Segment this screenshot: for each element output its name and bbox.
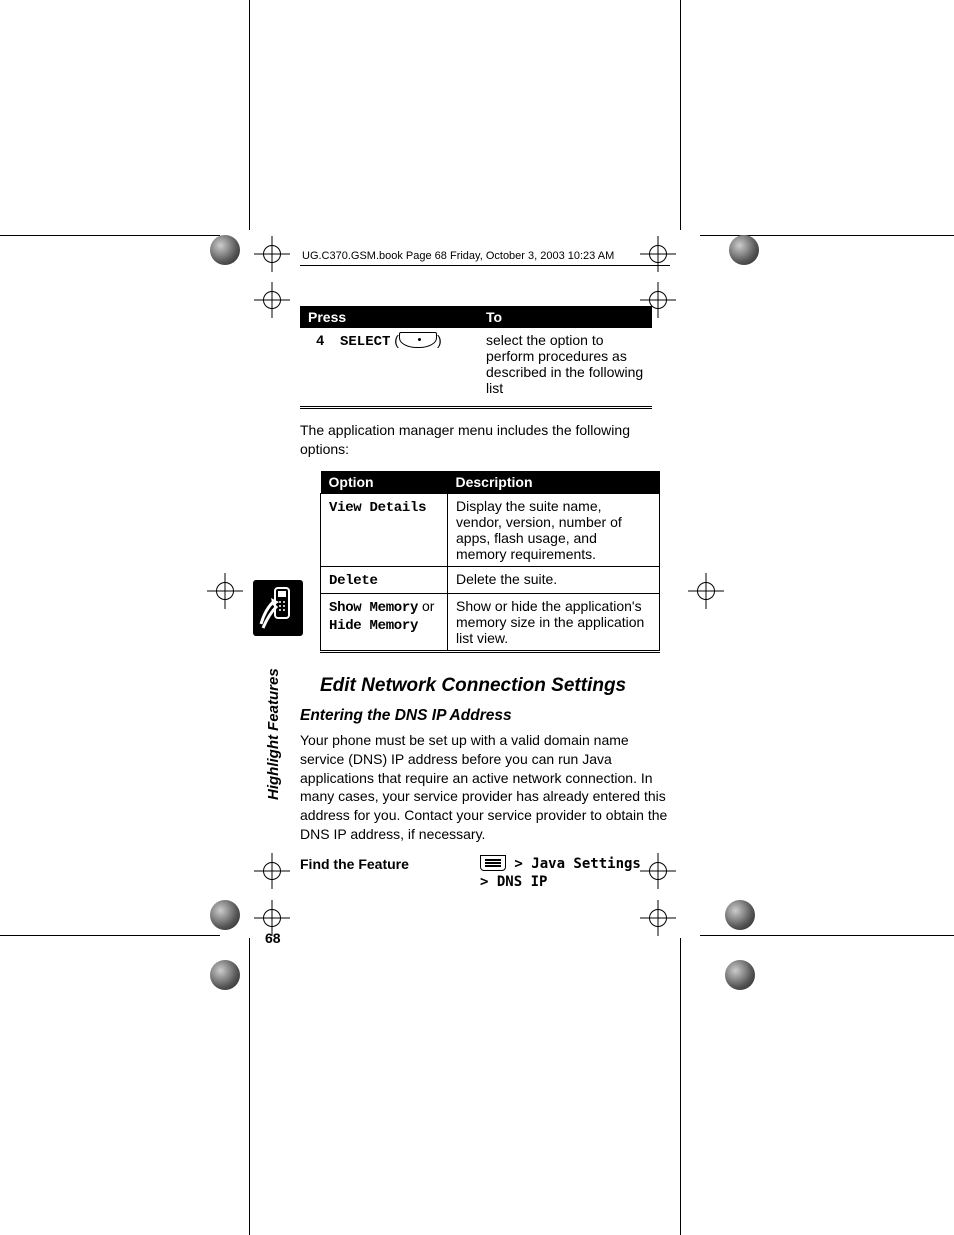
find-feature-path: > Java Settings > DNS IP [480,856,641,890]
subsection-heading: Entering the DNS IP Address [300,707,670,725]
registration-ball-icon [729,235,759,265]
dns-paragraph: Your phone must be set up with a valid d… [300,731,670,844]
description-cell: Show or hide the application's memory si… [448,593,660,651]
table-header-description: Description [448,471,660,494]
table-header-to: To [478,306,652,328]
crop-line [680,938,681,1235]
table-header-option: Option [321,471,448,494]
table-header-press: Press [300,306,478,328]
registration-target-icon [254,236,290,272]
registration-target-icon [207,573,243,609]
phone-decor-icon [253,580,303,636]
crop-line [680,0,681,230]
registration-target-icon [640,900,676,936]
registration-target-icon [254,282,290,318]
registration-ball-icon [210,900,240,930]
registration-ball-icon [725,960,755,990]
option-cell: Delete [321,566,448,593]
press-cell: SELECT () [332,328,478,408]
page-content: UG.C370.GSM.book Page 68 Friday, October… [300,250,670,890]
options-table: Option Description View Details Display … [320,471,660,653]
table-row: View Details Display the suite name, ven… [321,493,660,566]
registration-target-icon [688,573,724,609]
crop-line [0,935,220,936]
to-cell: select the option to perform procedures … [478,328,652,408]
find-feature-row: Find the Feature > Java Settings > DNS I… [300,856,670,890]
table-row: Show Memory or Hide Memory Show or hide … [321,593,660,651]
registration-ball-icon [210,235,240,265]
menu-key-icon [480,855,506,871]
registration-ball-icon [725,900,755,930]
registration-target-icon [254,853,290,889]
crop-line [249,938,250,1235]
page-number: 68 [265,930,281,946]
running-header: UG.C370.GSM.book Page 68 Friday, October… [300,250,670,266]
crop-line [700,935,954,936]
sidebar-section-label: Highlight Features [265,668,282,800]
press-to-table: Press To 4 SELECT () select the option t… [300,306,652,409]
find-feature-label: Find the Feature [300,856,480,890]
table-row: Delete Delete the suite. [321,566,660,593]
crop-line [249,0,250,230]
select-key-icon [399,332,437,348]
step-number: 4 [300,328,332,408]
section-heading: Edit Network Connection Settings [320,675,670,697]
crop-line [0,235,220,236]
description-cell: Display the suite name, vendor, version,… [448,493,660,566]
intro-paragraph: The application manager menu includes th… [300,421,670,459]
select-label: SELECT [340,334,390,350]
registration-ball-icon [210,960,240,990]
option-cell: View Details [321,493,448,566]
description-cell: Delete the suite. [448,566,660,593]
option-cell: Show Memory or Hide Memory [321,593,448,651]
